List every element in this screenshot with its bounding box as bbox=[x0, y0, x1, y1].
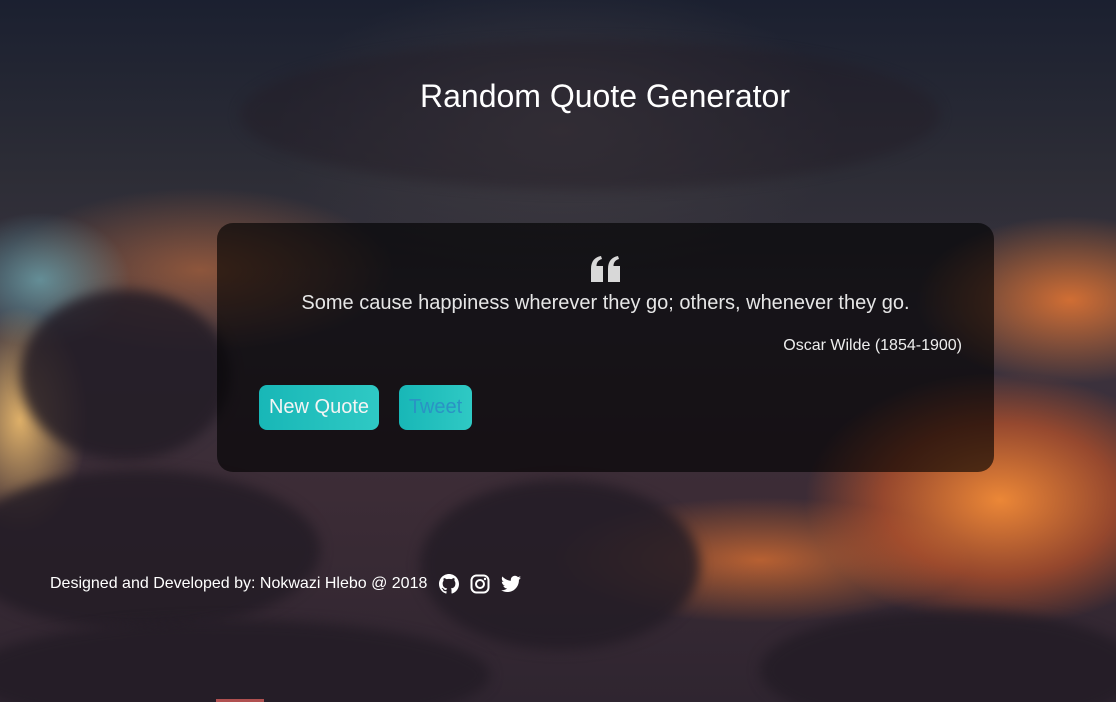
cloud-shape bbox=[20, 290, 230, 460]
github-icon[interactable] bbox=[439, 574, 460, 594]
new-quote-button[interactable]: New Quote bbox=[259, 385, 379, 430]
footer-credit: Designed and Developed by: Nokwazi Hlebo… bbox=[50, 575, 428, 592]
page-title: Random Quote Generator bbox=[420, 78, 790, 114]
twitter-icon[interactable] bbox=[501, 574, 522, 594]
cloud-shape bbox=[0, 620, 490, 702]
quote-text: Some cause happiness wherever they go; o… bbox=[301, 292, 910, 314]
quote-author: Oscar Wilde (1854-1900) bbox=[783, 337, 962, 354]
instagram-icon[interactable] bbox=[470, 574, 490, 594]
cloud-shape bbox=[240, 40, 940, 190]
footer: Designed and Developed by: Nokwazi Hlebo… bbox=[50, 574, 522, 594]
tweet-button[interactable]: Tweet bbox=[399, 385, 472, 430]
quote-left-icon bbox=[591, 256, 620, 282]
cloud-shape bbox=[420, 480, 700, 650]
cloud-shape bbox=[0, 470, 320, 630]
cloud-shape bbox=[760, 610, 1116, 702]
